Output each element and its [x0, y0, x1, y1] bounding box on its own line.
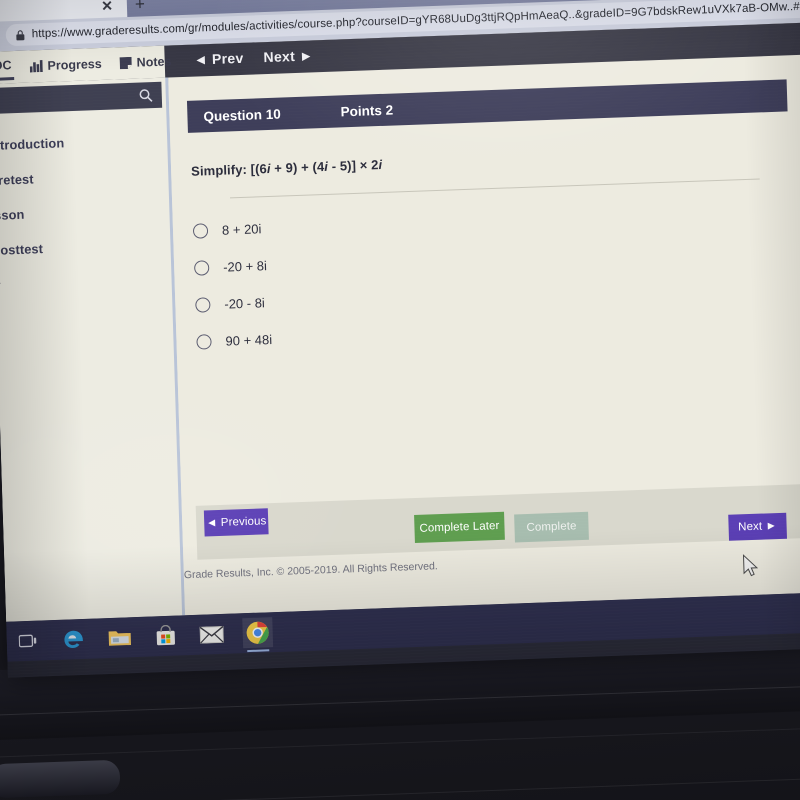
radio-button-icon[interactable]	[193, 260, 210, 276]
mouse-cursor	[742, 554, 759, 577]
browser-tab-title: esults	[0, 0, 97, 19]
task-view-icon[interactable]	[12, 625, 43, 656]
question-header: Question 10 Points 2	[186, 79, 788, 133]
tab-toc[interactable]: OC	[0, 54, 14, 81]
question-content: Question 10 Points 2 Simplify: [(6 i + 9)…	[168, 53, 800, 616]
chrome-browser-icon[interactable]	[242, 617, 274, 649]
complete-button[interactable]: Complete	[514, 511, 589, 543]
app-tab-label: Progress	[47, 56, 102, 73]
lock-icon	[16, 29, 25, 40]
app-tab-label: OC	[0, 58, 12, 73]
laptop-hinge	[0, 759, 121, 799]
note-icon	[119, 56, 132, 69]
complete-later-button[interactable]: Complete Later	[414, 511, 505, 544]
answer-option-label: 8 + 20i	[221, 221, 262, 238]
bar-chart-icon	[29, 59, 43, 72]
laptop-screen: esults ✕ + https://www.graderesults.com/…	[0, 0, 800, 678]
answer-option-label: -20 - 8i	[224, 295, 266, 312]
radio-button-icon[interactable]	[195, 297, 211, 313]
prev-question-link[interactable]: ◄ Prev	[193, 50, 243, 68]
microsoft-store-icon[interactable]	[150, 620, 181, 651]
tab-notes[interactable]: Notes	[117, 50, 173, 75]
course-nav-list: rse Introduction rse Pretest o Lesson rs…	[0, 122, 172, 303]
question-number: Question 10	[203, 106, 281, 124]
search-input[interactable]: ch	[0, 81, 163, 115]
plus-icon[interactable]: +	[135, 0, 146, 15]
radio-button-icon[interactable]	[192, 223, 209, 239]
mail-icon[interactable]	[196, 619, 227, 650]
prompt-imaginary-unit: i	[378, 156, 383, 173]
previous-button[interactable]: ◄ Previous	[203, 508, 269, 537]
sidebar-item-summary[interactable]: mary	[0, 262, 172, 304]
next-question-link[interactable]: Next ►	[263, 47, 313, 65]
search-placeholder: ch	[0, 89, 139, 109]
search-icon[interactable]	[139, 88, 153, 102]
laptop-photo: esults ✕ + https://www.graderesults.com/…	[0, 0, 800, 800]
app-tab-label: Notes	[136, 53, 172, 70]
prompt-part: + 9) + (4	[270, 159, 325, 176]
course-sidebar: ch rse Introduction rse Pretest o Lesson…	[0, 77, 186, 622]
answer-option-label: -20 + 8i	[222, 258, 268, 275]
edge-browser-icon[interactable]	[58, 624, 89, 655]
prompt-part: Simplify: [(6	[190, 161, 268, 179]
tab-progress[interactable]: Progress	[27, 52, 104, 78]
file-explorer-icon[interactable]	[104, 622, 135, 653]
question-prompt: Simplify: [(6i + 9) + (4i - 5)] × 2i	[191, 157, 382, 179]
question-points: Points 2	[340, 102, 394, 119]
close-icon[interactable]: ✕	[97, 0, 117, 15]
laptop-body-seam	[0, 776, 800, 800]
radio-button-icon[interactable]	[196, 334, 212, 350]
web-page: OC Progress Notes ◄ Prev Next ► Introduc…	[0, 21, 800, 622]
question-button-bar: ◄ Previous Complete Later Complete Next …	[195, 483, 800, 560]
prompt-part: - 5)] × 2	[327, 157, 379, 174]
question-nav: ◄ Prev Next ►	[193, 47, 313, 67]
answer-option-label: 90 + 48i	[225, 332, 273, 349]
next-button[interactable]: Next ►	[728, 512, 787, 541]
answer-options: 8 + 20i -20 + 8i -20 - 8i 90 + 48i	[192, 193, 756, 361]
